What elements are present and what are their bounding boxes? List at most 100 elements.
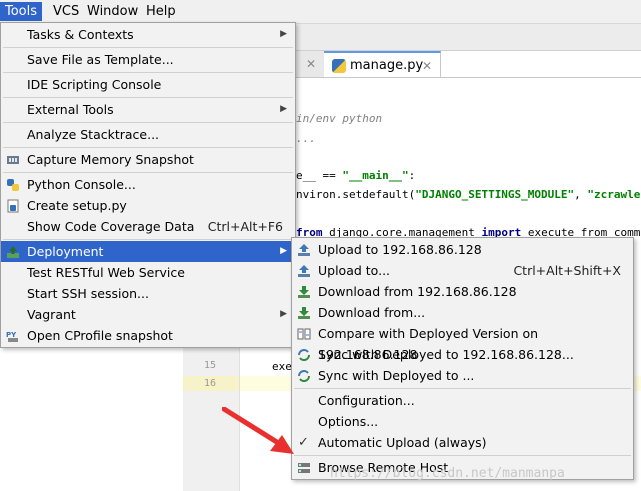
menu-item-automatic-upload[interactable]: ✓ Automatic Upload (always) xyxy=(292,432,633,453)
menu-item-label: Show Code Coverage Data xyxy=(27,219,195,234)
menu-item-configuration[interactable]: Configuration... xyxy=(292,390,633,411)
menu-item-download-from-host[interactable]: Download from 192.168.86.128 xyxy=(292,281,633,302)
toolbar-strip xyxy=(295,24,641,51)
menu-item-open-cprofile[interactable]: PY Open CProfile snapshot xyxy=(1,325,295,346)
menu-item-upload-to-host[interactable]: Upload to 192.168.86.128 xyxy=(292,239,633,260)
menu-separator xyxy=(3,172,293,173)
menu-bar: Tools VCS Window Help xyxy=(0,0,641,24)
menu-item-label: Configuration... xyxy=(318,393,415,408)
menu-item-label: Upload to... xyxy=(318,263,391,278)
memory-snapshot-icon xyxy=(7,156,19,164)
remote-host-icon xyxy=(298,463,310,473)
menu-item-create-setup-py[interactable]: Create setup.py xyxy=(1,195,295,216)
menu-item-label: Test RESTful Web Service xyxy=(27,265,185,280)
python-file-icon xyxy=(332,59,346,73)
menu-item-upload-to[interactable]: Upload to... Ctrl+Alt+Shift+X xyxy=(292,260,633,281)
submenu-arrow-icon: ▶ xyxy=(280,104,287,114)
code-string: "zcrawle xyxy=(587,188,641,201)
submenu-arrow-icon: ▶ xyxy=(280,309,287,319)
code-text: e__ == xyxy=(296,169,343,182)
menu-vcs[interactable]: VCS xyxy=(48,2,84,21)
menu-item-external-tools[interactable]: External Tools ▶ xyxy=(1,99,295,120)
menu-item-label: Python Console... xyxy=(27,177,136,192)
menu-item-label: Create setup.py xyxy=(27,198,127,213)
tab-manage-py[interactable]: manage.py ✕ xyxy=(324,51,441,77)
menu-item-label: Capture Memory Snapshot xyxy=(27,152,194,167)
menu-item-analyze-stacktrace[interactable]: Analyze Stacktrace... xyxy=(1,124,295,145)
menu-item-label: Download from 192.168.86.128 xyxy=(318,284,517,299)
menu-item-python-console[interactable]: Python Console... xyxy=(1,174,295,195)
sync-to-icon xyxy=(298,370,310,382)
menu-item-label: Sync with Deployed to ... xyxy=(318,368,475,383)
submenu-arrow-icon: ▶ xyxy=(280,246,287,256)
menu-separator xyxy=(3,147,293,148)
menu-item-label: Options... xyxy=(318,414,379,429)
shortcut-label: Ctrl+Alt+F6 xyxy=(207,219,283,234)
deployment-submenu: Upload to 192.168.86.128 Upload to... Ctr… xyxy=(291,237,634,480)
menu-item-start-ssh[interactable]: Start SSH session... xyxy=(1,283,295,304)
code-line: e__ == "__main__": xyxy=(296,169,415,182)
shortcut-label: Ctrl+Alt+Shift+X xyxy=(513,263,621,278)
menu-item-save-template[interactable]: Save File as Template... xyxy=(1,49,295,70)
menu-separator xyxy=(3,47,293,48)
menu-item-test-restful[interactable]: Test RESTful Web Service xyxy=(1,262,295,283)
menu-help[interactable]: Help xyxy=(141,2,181,21)
menu-separator xyxy=(3,97,293,98)
watermark: https://blog.csdn.net/manmanpa xyxy=(330,466,565,481)
sync-icon xyxy=(298,349,310,361)
menu-item-label: Upload to 192.168.86.128 xyxy=(318,242,482,257)
upload-icon xyxy=(298,244,310,256)
code-text: nviron.setdefault( xyxy=(296,188,416,201)
tab-label: manage.py xyxy=(350,58,424,73)
setup-py-icon xyxy=(7,199,19,213)
menu-window[interactable]: Window xyxy=(82,2,143,21)
code-string: "DJANGO_SETTINGS_MODULE" xyxy=(415,188,575,201)
menu-item-capture-memory-snapshot[interactable]: Capture Memory Snapshot xyxy=(1,149,295,170)
close-icon[interactable]: ✕ xyxy=(422,53,432,79)
menu-item-vagrant[interactable]: Vagrant ▶ xyxy=(1,304,295,325)
submenu-arrow-icon: ▶ xyxy=(280,29,287,39)
code-line: in/env python xyxy=(296,112,382,125)
menu-separator xyxy=(294,388,631,389)
menu-tools[interactable]: Tools xyxy=(0,2,43,21)
code-text: ... xyxy=(296,132,316,145)
code-text: , xyxy=(574,188,588,201)
menu-item-sync-deployed-to[interactable]: Sync with Deployed to ... xyxy=(292,365,633,386)
menu-separator xyxy=(3,239,293,240)
line-number: 16 xyxy=(203,378,216,389)
close-icon[interactable]: ✕ xyxy=(306,51,316,77)
menu-item-show-code-coverage[interactable]: Show Code Coverage Data Ctrl+Alt+F6 xyxy=(1,216,295,237)
menu-item-sync-deployed-host[interactable]: Sync with Deployed to 192.168.86.128... xyxy=(292,344,633,365)
menu-item-compare-deployed[interactable]: Compare with Deployed Version on 192.168… xyxy=(292,323,633,362)
menu-item-download-from[interactable]: Download from... xyxy=(292,302,633,323)
menu-item-tasks-contexts[interactable]: Tasks & Contexts ▶ xyxy=(1,24,295,45)
code-line: nviron.setdefault("DJANGO_SETTINGS_MODUL… xyxy=(296,188,640,201)
menu-item-label: IDE Scripting Console xyxy=(27,77,162,92)
code-text: : xyxy=(408,169,416,182)
menu-item-label: Automatic Upload (always) xyxy=(318,435,487,450)
menu-item-label: External Tools xyxy=(27,102,114,117)
line-number: 15 xyxy=(203,360,216,371)
menu-item-label: Analyze Stacktrace... xyxy=(27,127,160,142)
menu-separator xyxy=(3,122,293,123)
compare-icon xyxy=(297,328,311,340)
menu-item-label: Save File as Template... xyxy=(27,52,174,67)
menu-item-deployment[interactable]: Deployment ▶ xyxy=(1,241,295,262)
menu-item-label: Sync with Deployed to 192.168.86.128... xyxy=(318,347,574,362)
tools-menu: Tasks & Contexts ▶ Save File as Template.… xyxy=(0,22,296,348)
menu-item-options[interactable]: Options... xyxy=(292,411,633,432)
deployment-icon xyxy=(7,246,19,258)
menu-item-ide-scripting-console[interactable]: IDE Scripting Console xyxy=(1,74,295,95)
upload-to-icon xyxy=(298,265,310,277)
code-text: in/env python xyxy=(296,112,383,125)
code-string: "__main__" xyxy=(342,169,409,182)
python-console-icon xyxy=(7,179,19,191)
menu-item-label: Download from... xyxy=(318,305,426,320)
download-from-icon xyxy=(298,307,310,319)
menu-separator xyxy=(294,455,631,456)
menu-separator xyxy=(3,72,293,73)
menu-item-label: Start SSH session... xyxy=(27,286,149,301)
annotation-arrow-icon xyxy=(222,407,294,454)
code-line: ... xyxy=(296,132,316,145)
download-icon xyxy=(298,286,310,298)
